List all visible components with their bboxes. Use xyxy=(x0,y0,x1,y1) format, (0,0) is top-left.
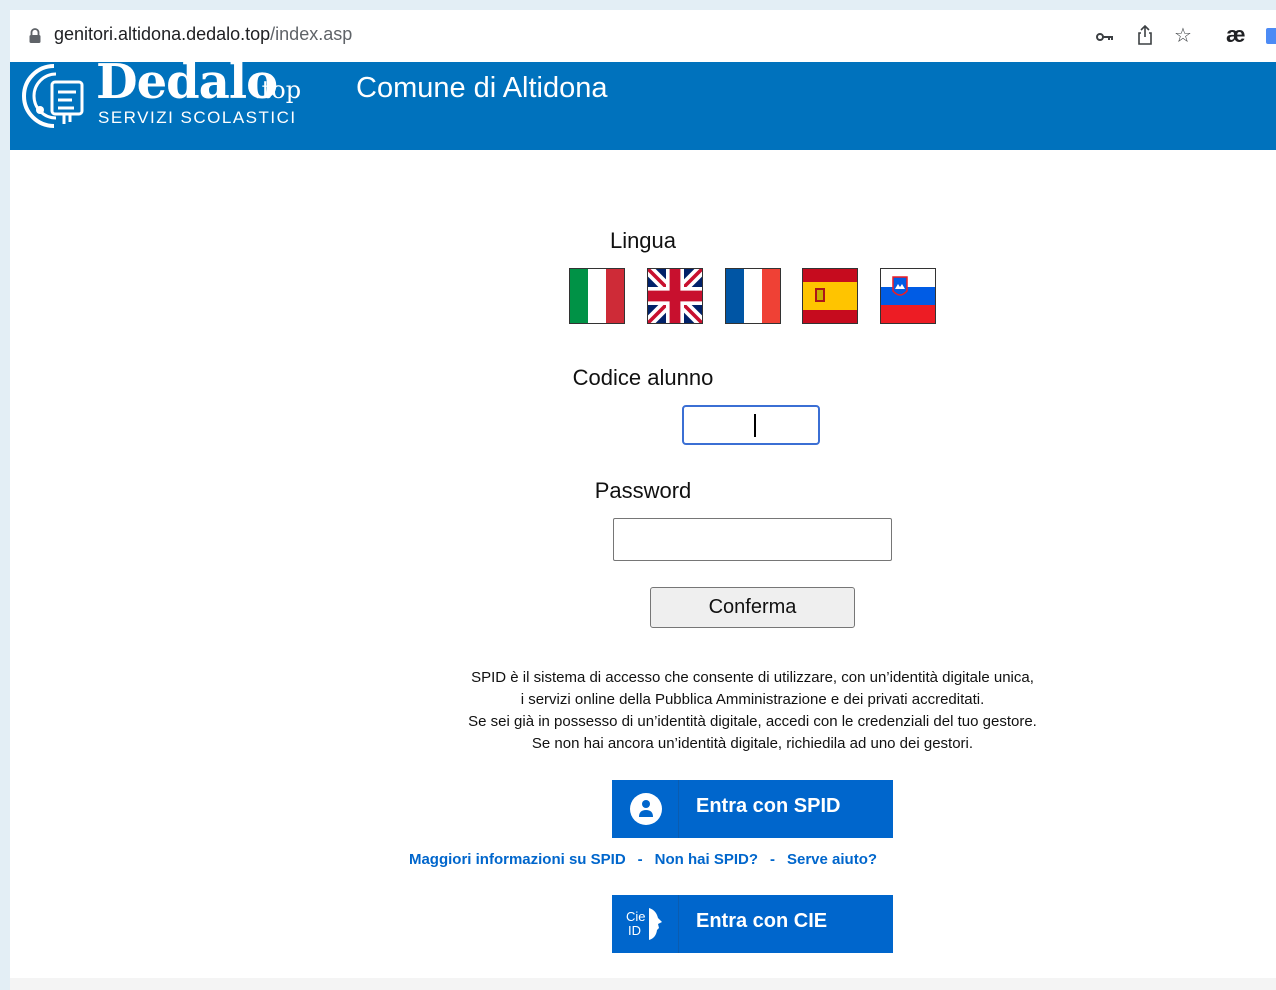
flag-uk-icon[interactable] xyxy=(647,268,703,324)
help-link[interactable]: Serve aiuto? xyxy=(787,851,877,868)
extension-icon[interactable]: æ xyxy=(1226,22,1246,48)
password-label: Password xyxy=(594,478,692,503)
spid-links: Maggiori informazioni su SPID - Non hai SP… xyxy=(10,851,1276,868)
browser-window: genitori.altidona.dedalo.top/index.asp ☆… xyxy=(10,10,1276,990)
bookmark-star-icon[interactable]: ☆ xyxy=(1174,24,1192,46)
spid-info-line: Se non hai ancora un’identità digitale, … xyxy=(531,735,974,752)
link-separator: - xyxy=(637,851,643,868)
language-label: Lingua xyxy=(609,228,677,253)
cie-icon-text-top: Cie xyxy=(626,909,646,924)
spid-info-text: SPID è il sistema di accesso che consent… xyxy=(410,667,1095,755)
confirm-button[interactable]: Conferma xyxy=(650,587,855,628)
spid-info-link[interactable]: Maggiori informazioni su SPID xyxy=(409,851,626,868)
password-input[interactable] xyxy=(613,518,892,561)
lock-icon xyxy=(29,28,41,43)
no-spid-link[interactable]: Non hai SPID? xyxy=(655,851,758,868)
spid-info-line: i servizi online della Pubblica Amminist… xyxy=(520,691,985,708)
site-header: Dedalo .top SERVIZI SCOLASTICI Comune di… xyxy=(10,62,1276,150)
spid-info-line: SPID è il sistema di accesso che consent… xyxy=(471,669,1034,686)
spid-user-icon xyxy=(630,793,662,825)
language-flags xyxy=(569,268,939,324)
flag-slovenia-icon[interactable] xyxy=(880,268,936,324)
page-bottom-strip xyxy=(10,978,1276,990)
brand-suffix: .top xyxy=(254,76,302,104)
municipality-title: Comune di Altidona xyxy=(356,72,608,104)
link-separator: - xyxy=(770,851,775,868)
address-bar[interactable]: genitori.altidona.dedalo.top/index.asp ☆… xyxy=(10,10,1276,62)
button-divider xyxy=(678,895,679,953)
url-text[interactable]: genitori.altidona.dedalo.top/index.asp xyxy=(54,24,352,45)
url-host: genitori.altidona.dedalo.top xyxy=(54,24,271,44)
student-code-input[interactable] xyxy=(682,405,820,445)
spid-login-button[interactable]: Entra con SPID xyxy=(612,780,893,838)
button-divider xyxy=(678,780,679,838)
key-icon[interactable] xyxy=(1096,32,1114,42)
spid-info-line: Se sei già in possesso di un’identità di… xyxy=(468,713,1037,730)
text-caret xyxy=(754,414,756,437)
flag-france-icon[interactable] xyxy=(725,268,781,324)
flag-italy-icon[interactable] xyxy=(569,268,625,324)
cie-id-icon: Cie ID xyxy=(626,908,662,940)
share-icon[interactable] xyxy=(1137,25,1153,45)
cie-button-label: Entra con CIE xyxy=(696,910,828,932)
spid-button-label: Entra con SPID xyxy=(696,795,841,817)
cie-login-button[interactable]: Cie ID Entra con CIE xyxy=(612,895,893,953)
flag-spain-icon[interactable] xyxy=(802,268,858,324)
url-path: /index.asp xyxy=(270,24,353,44)
brand-subtitle: SERVIZI SCOLASTICI xyxy=(98,108,297,127)
translate-extension-icon[interactable] xyxy=(1266,28,1276,44)
dedalo-logo-icon xyxy=(22,64,84,128)
brand-name: Dedalo xyxy=(96,62,278,110)
cie-icon-text-bottom: ID xyxy=(628,923,641,938)
student-code-label: Codice alunno xyxy=(572,365,714,390)
